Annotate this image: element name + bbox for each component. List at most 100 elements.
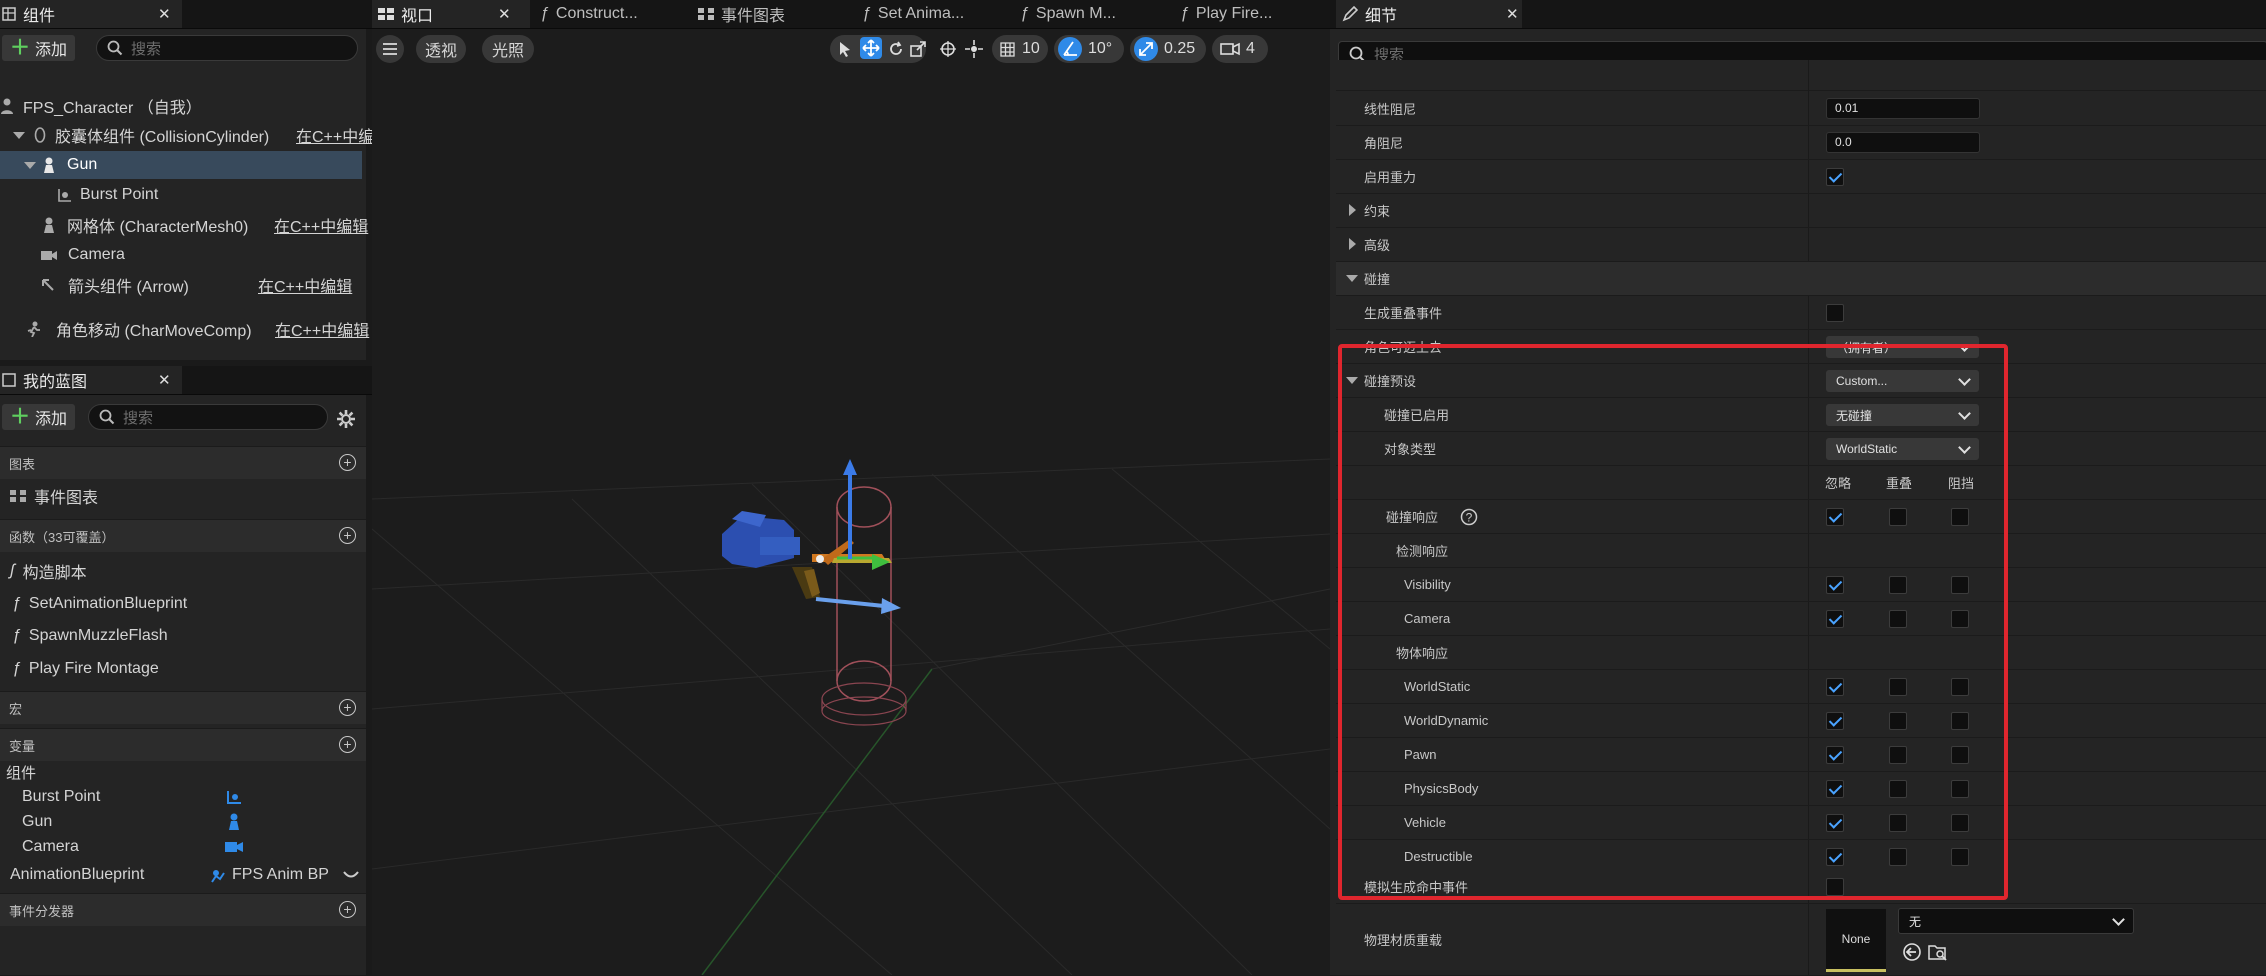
block-checkbox[interactable] (1951, 814, 1969, 832)
phys-material-thumbnail[interactable]: None (1826, 909, 1886, 972)
edit-in-cpp-link[interactable]: 在C++中编辑 (274, 213, 368, 237)
browse-asset-icon[interactable] (1928, 942, 1948, 962)
collapse-arrow-icon[interactable] (1346, 275, 1358, 282)
component-camera[interactable]: Camera (0, 241, 362, 269)
add-circle-icon[interactable]: + (339, 736, 356, 753)
ignore-checkbox[interactable] (1826, 814, 1844, 832)
block-checkbox[interactable] (1951, 576, 1969, 594)
tab-spawn[interactable]: ƒ Spawn M... (1020, 0, 1116, 28)
overlap-checkbox[interactable] (1889, 576, 1907, 594)
collision-preset-select[interactable]: Custom... (1826, 370, 1979, 392)
overlap-checkbox[interactable] (1889, 814, 1907, 832)
blueprint-search-input[interactable]: 搜索 (88, 404, 328, 430)
section-collision[interactable]: 碰撞 (1336, 262, 2266, 296)
lighting-button[interactable]: 光照 (482, 35, 534, 63)
expand-arrow-icon[interactable] (1349, 204, 1356, 216)
step-up-select[interactable]: （拥有者） (1826, 336, 1979, 358)
settings-gear-icon[interactable] (336, 409, 356, 429)
add-circle-icon[interactable]: + (339, 699, 356, 716)
component-gun[interactable]: Gun (0, 151, 362, 179)
tab-play-fire[interactable]: ƒ Play Fire... (1180, 0, 1272, 28)
select-tool-icon[interactable] (838, 41, 852, 57)
section-advanced[interactable]: 高级 (1336, 228, 2266, 262)
section-event-dispatchers[interactable]: 事件分发器 + (0, 893, 366, 926)
close-icon[interactable]: ✕ (158, 5, 171, 23)
close-icon[interactable]: ✕ (498, 5, 511, 23)
tab-construct[interactable]: ƒ Construct... (540, 0, 638, 28)
component-char-move[interactable]: 角色移动 (CharMoveComp) 在C++中编辑 (0, 315, 369, 343)
ignore-checkbox[interactable] (1826, 610, 1844, 628)
translate-tool-icon[interactable] (860, 37, 882, 59)
tab-details[interactable]: 细节 ✕ (1336, 0, 1522, 28)
block-checkbox[interactable] (1951, 610, 1969, 628)
all-overlap-checkbox[interactable] (1889, 508, 1907, 526)
phys-material-select[interactable]: 无 (1898, 908, 2134, 934)
close-icon[interactable]: ✕ (158, 371, 171, 389)
section-constraints[interactable]: 约束 (1336, 194, 2266, 228)
block-checkbox[interactable] (1951, 678, 1969, 696)
component-burst-point[interactable]: Burst Point (0, 181, 362, 209)
event-graph-item[interactable]: 事件图表 (10, 482, 98, 510)
tab-components[interactable]: 组件 ✕ (0, 0, 182, 28)
add-blueprint-item-button[interactable]: ＋ 添加 (2, 404, 76, 430)
world-local-icon[interactable] (938, 39, 958, 59)
all-ignore-checkbox[interactable] (1826, 508, 1844, 526)
viewport-menu-button[interactable] (376, 35, 404, 63)
ignore-checkbox[interactable] (1826, 712, 1844, 730)
section-variables[interactable]: 变量 + (0, 728, 366, 761)
add-component-button[interactable]: ＋ 添加 (2, 35, 76, 61)
component-mesh[interactable]: 网格体 (CharacterMesh0) 在C++中编辑 (0, 211, 368, 239)
tab-my-blueprint[interactable]: 我的蓝图 ✕ (0, 366, 182, 394)
overlap-checkbox[interactable] (1889, 610, 1907, 628)
angular-damping-input[interactable]: 0.0 (1826, 132, 1980, 153)
surface-snap-icon[interactable] (964, 39, 984, 59)
variable-group-components[interactable]: 组件 (6, 758, 36, 786)
add-circle-icon[interactable]: + (339, 527, 356, 544)
components-search-input[interactable]: 搜索 (96, 35, 358, 61)
edit-in-cpp-link[interactable]: 在C++中编 (296, 123, 374, 147)
ignore-checkbox[interactable] (1826, 848, 1844, 866)
add-circle-icon[interactable]: + (339, 901, 356, 918)
close-icon[interactable]: ✕ (1506, 5, 1519, 23)
function-item[interactable]: ƒ SpawnMuzzleFlash (12, 622, 168, 650)
collapse-arrow-icon[interactable] (1346, 377, 1358, 384)
block-checkbox[interactable] (1951, 780, 1969, 798)
component-root[interactable]: FPS_Character （自我） (0, 92, 362, 120)
variable-item[interactable]: Camera (22, 833, 79, 861)
block-checkbox[interactable] (1951, 712, 1969, 730)
add-circle-icon[interactable]: + (339, 454, 356, 471)
edit-in-cpp-link[interactable]: 在C++中编辑 (258, 273, 352, 297)
function-item[interactable]: ƒ SetAnimationBlueprint (12, 590, 187, 618)
linear-damping-input[interactable]: 0.01 (1826, 98, 1980, 119)
collision-enabled-select[interactable]: 无碰撞 (1826, 404, 1979, 426)
overlap-checkbox[interactable] (1889, 678, 1907, 696)
generate-overlap-checkbox[interactable] (1826, 304, 1844, 322)
ignore-checkbox[interactable] (1826, 780, 1844, 798)
help-icon[interactable]: ? (1460, 508, 1478, 526)
hit-events-checkbox[interactable] (1826, 878, 1844, 896)
expand-arrow-icon[interactable] (24, 161, 36, 169)
overlap-checkbox[interactable] (1889, 746, 1907, 764)
tab-event-graph[interactable]: 事件图表 (698, 0, 785, 28)
use-selected-icon[interactable] (1902, 942, 1922, 962)
edit-in-cpp-link[interactable]: 在C++中编辑 (275, 317, 369, 341)
variable-item[interactable]: Gun (22, 808, 52, 836)
rotate-tool-icon[interactable] (888, 41, 904, 57)
expand-arrow-icon[interactable] (13, 131, 25, 139)
section-functions[interactable]: 函数 （33可覆盖） + (0, 519, 366, 552)
variable-item[interactable]: AnimationBlueprint (10, 861, 144, 889)
component-arrow[interactable]: 箭头组件 (Arrow) 在C++中编辑 (0, 271, 362, 299)
tab-viewport[interactable]: 视口 ✕ (372, 0, 530, 28)
object-type-select[interactable]: WorldStatic (1826, 438, 1979, 460)
block-checkbox[interactable] (1951, 746, 1969, 764)
section-graphs[interactable]: 图表 + (0, 446, 366, 479)
expand-arrow-icon[interactable] (1349, 238, 1356, 250)
function-item[interactable]: ʃ 构造脚本 (10, 557, 87, 585)
overlap-checkbox[interactable] (1889, 780, 1907, 798)
scale-tool-icon[interactable] (910, 41, 926, 57)
perspective-button[interactable]: 透视 (416, 35, 466, 63)
block-checkbox[interactable] (1951, 848, 1969, 866)
all-block-checkbox[interactable] (1951, 508, 1969, 526)
viewport[interactable]: 透视 光照 10 10° 0.25 4 (372, 29, 1330, 975)
tab-set-anim[interactable]: ƒ Set Anima... (862, 0, 964, 28)
